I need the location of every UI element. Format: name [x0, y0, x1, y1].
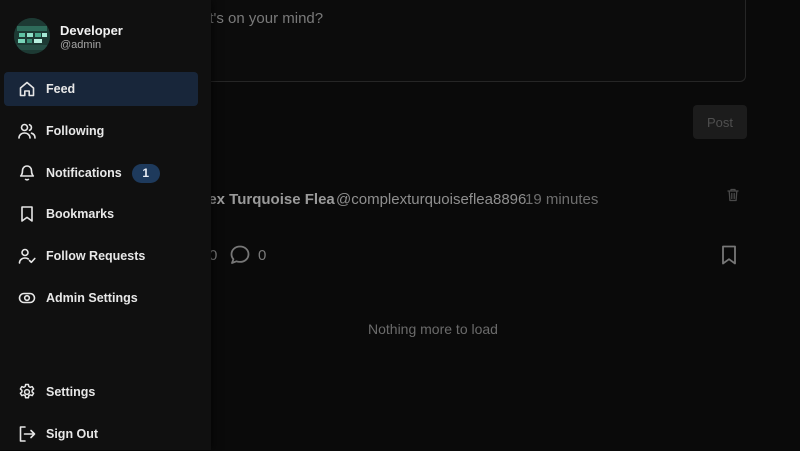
comment-icon[interactable]: [229, 244, 251, 266]
post-author-name[interactable]: plex Turquoise Flea: [195, 191, 335, 208]
bookmark-icon: [21, 206, 33, 222]
sidebar-item-label: Bookmarks: [46, 207, 115, 221]
post-author-handle[interactable]: @complexturquoiseflea8896: [336, 191, 526, 208]
sidebar-item-label: Follow Requests: [46, 249, 146, 263]
profile[interactable]: Developer @admin: [14, 18, 204, 54]
sidebar-item-label: Sign Out: [46, 427, 99, 441]
user-check-icon: [18, 248, 36, 264]
profile-name: Developer: [60, 23, 123, 38]
sidebar-item-label: Following: [46, 124, 105, 138]
sidebar-item-label: Notifications: [46, 166, 122, 180]
sidebar-item-feed[interactable]: Feed: [4, 72, 198, 106]
bookmark-post-icon[interactable]: [720, 245, 738, 265]
bell-icon: [19, 165, 35, 181]
avatar: [14, 18, 50, 54]
users-icon: [18, 123, 36, 139]
gear-icon: [19, 383, 35, 399]
sidebar-item-notifications[interactable]: Notifications 1: [4, 156, 198, 190]
post-header: plex Turquoise Flea @complexturquoisefle…: [150, 187, 746, 210]
profile-handle: @admin: [60, 39, 102, 51]
sidebar-item-bookmarks[interactable]: Bookmarks: [4, 197, 198, 231]
sign-out-icon: [19, 426, 36, 442]
sidebar-item-label: Feed: [46, 82, 76, 96]
feed-end-message: Nothing more to load: [368, 321, 498, 337]
notification-badge: 1: [131, 163, 160, 183]
compose-input[interactable]: at's on your mind?: [150, 0, 746, 82]
sidebar-item-label: Settings: [46, 385, 96, 399]
home-icon: [19, 81, 35, 97]
eye-icon: [18, 292, 36, 304]
post-timestamp: 19 minutes: [525, 191, 599, 208]
sidebar: Developer @admin Feed Following Notifica…: [0, 0, 211, 450]
comments-count: 0: [258, 247, 267, 264]
trash-icon[interactable]: [725, 187, 741, 203]
sidebar-item-follow-requests[interactable]: Follow Requests: [4, 239, 198, 273]
sidebar-item-admin-settings[interactable]: Admin Settings: [4, 281, 198, 315]
compose-placeholder: at's on your mind?: [201, 10, 324, 27]
sidebar-item-following[interactable]: Following: [4, 114, 198, 148]
sidebar-item-settings[interactable]: Settings: [4, 375, 198, 409]
sidebar-item-label: Admin Settings: [46, 291, 138, 305]
post-button[interactable]: Post: [693, 105, 747, 139]
sidebar-item-sign-out[interactable]: Sign Out: [4, 417, 198, 451]
